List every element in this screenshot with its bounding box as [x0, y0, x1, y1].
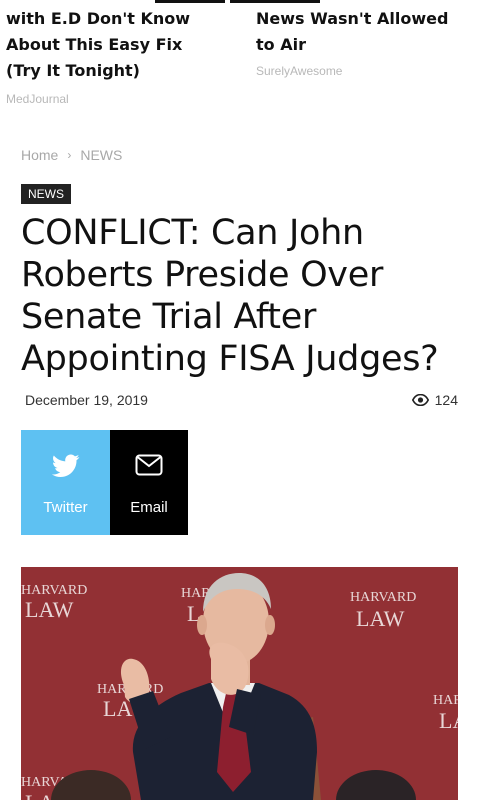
share-twitter-label: Twitter: [43, 499, 88, 516]
twitter-icon: [51, 454, 79, 477]
share-twitter-button[interactable]: Twitter: [21, 430, 110, 535]
article-featured-image[interactable]: HARVARD LAW HARVARD LAW HARVARD LAW HARV…: [21, 567, 458, 800]
envelope-icon: [135, 454, 163, 476]
ad-title-line: with E.D Don't Know: [6, 9, 191, 28]
ad-title[interactable]: with E.D Don't Know About This Easy Fix …: [6, 6, 231, 84]
breadcrumb: Home › NEWS: [21, 147, 122, 163]
article-headline: CONFLICT: Can John Roberts Preside Over …: [21, 212, 471, 380]
view-count-value: 124: [434, 392, 458, 408]
view-count: 124: [411, 392, 458, 408]
headline-line: Roberts Preside Over: [21, 255, 384, 295]
headline-line: Appointing FISA Judges?: [21, 339, 439, 379]
sponsored-ad-right[interactable]: News Wasn't Allowed to Air SurelyAwesome: [256, 6, 476, 78]
watermark-line: HARVARD: [21, 583, 87, 598]
watermark-line: HARVARD: [433, 693, 458, 708]
ad-divider: [155, 0, 225, 3]
ad-title-line: (Try It Tonight): [6, 61, 140, 80]
sponsored-ad-left[interactable]: with E.D Don't Know About This Easy Fix …: [6, 6, 231, 106]
share-email-button[interactable]: Email: [110, 430, 188, 535]
ad-source: MedJournal: [6, 92, 69, 106]
publish-date: December 19, 2019: [25, 392, 148, 408]
ad-divider: [230, 0, 320, 3]
category-badge[interactable]: NEWS: [21, 184, 71, 204]
watermark-line: LAW: [356, 606, 405, 631]
watermark-line: LAW: [25, 597, 74, 622]
breadcrumb-section-link[interactable]: NEWS: [80, 147, 122, 163]
ad-source: SurelyAwesome: [256, 64, 343, 78]
ad-title[interactable]: News Wasn't Allowed to Air: [256, 6, 476, 58]
ad-title-line: News Wasn't Allowed: [256, 9, 449, 28]
eye-icon: [411, 394, 429, 406]
headline-line: Senate Trial After: [21, 297, 317, 337]
breadcrumb-home-link[interactable]: Home: [21, 147, 58, 163]
ad-title-line: About This Easy Fix: [6, 35, 183, 54]
share-email-label: Email: [130, 499, 168, 516]
headline-line: CONFLICT: Can John: [21, 213, 364, 253]
watermark-line: LAW: [439, 708, 458, 733]
article-meta: December 19, 2019 124: [25, 392, 458, 410]
breadcrumb-separator: ›: [67, 148, 72, 162]
featured-photo: HARVARD LAW HARVARD LAW HARVARD LAW HARV…: [21, 567, 458, 800]
ad-title-line: to Air: [256, 35, 306, 54]
watermark-line: HARVARD: [350, 590, 416, 605]
